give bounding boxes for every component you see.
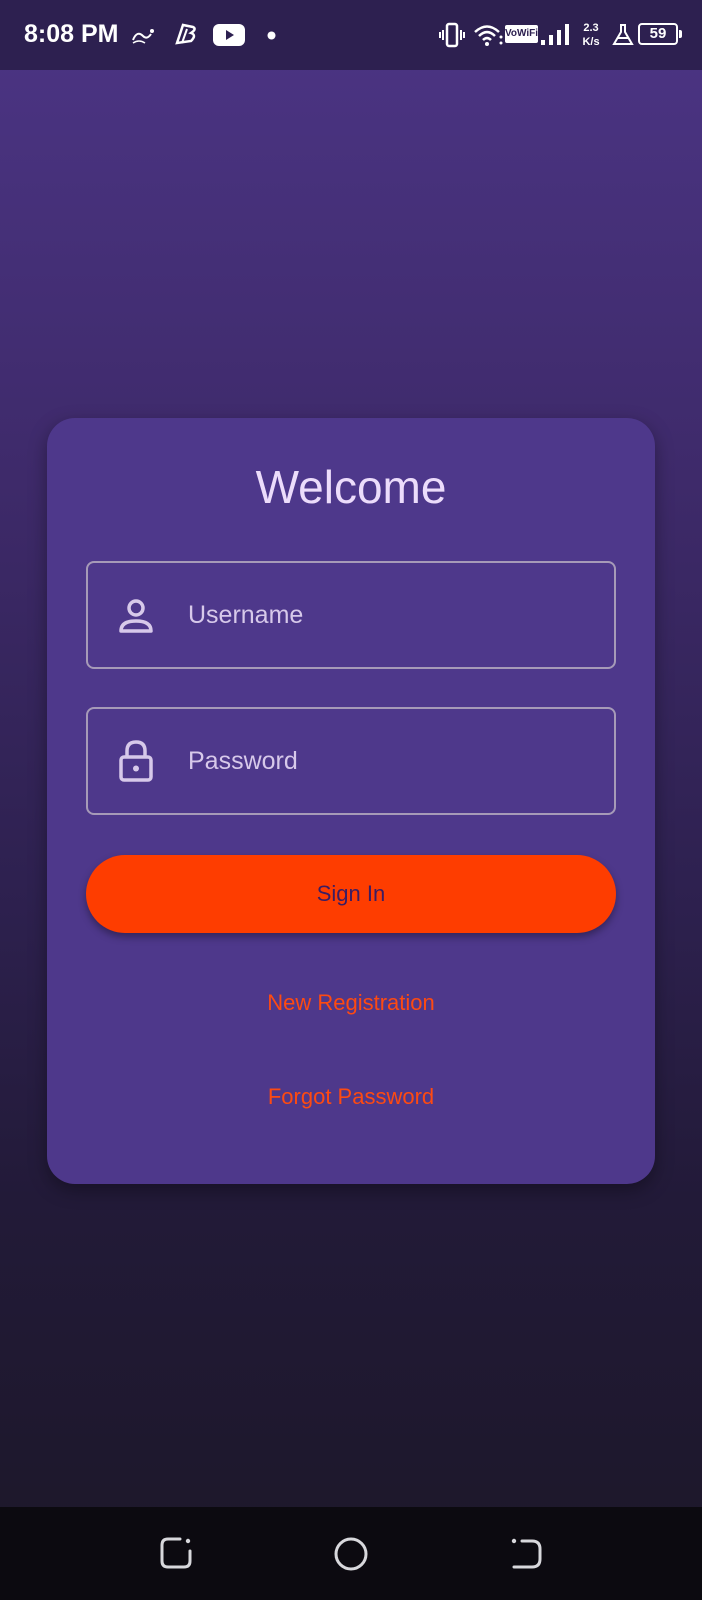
signal-icon <box>541 24 569 45</box>
flask-icon <box>612 24 634 45</box>
status-bar: 8:08 PM VoWiFi 2.3 K/s 59 <box>0 0 702 70</box>
network-speed-value: 2.3 <box>583 22 599 34</box>
network-speed-unit: K/s <box>582 36 600 48</box>
back-icon[interactable] <box>508 1535 544 1571</box>
bank-icon <box>175 23 196 45</box>
lock-icon <box>119 740 153 782</box>
forgot-password-link[interactable]: Forgot Password <box>0 1084 702 1110</box>
vowifi-badge: VoWiFi <box>505 25 538 43</box>
person-icon <box>119 599 153 633</box>
password-field[interactable]: Password <box>86 707 616 815</box>
dot-icon <box>267 31 276 40</box>
username-placeholder: Username <box>188 601 304 629</box>
username-field[interactable]: Username <box>86 561 616 669</box>
navigation-bar <box>0 1507 702 1600</box>
wifi-icon <box>474 25 503 46</box>
status-time: 8:08 PM <box>24 20 119 48</box>
password-placeholder: Password <box>188 747 298 775</box>
vibrate-icon <box>439 22 465 48</box>
home-icon[interactable] <box>332 1535 370 1573</box>
youtube-icon <box>213 24 245 46</box>
recents-icon[interactable] <box>158 1535 194 1571</box>
sign-in-button[interactable]: Sign In <box>86 855 616 933</box>
welcome-title: Welcome <box>255 461 447 513</box>
new-registration-link[interactable]: New Registration <box>0 990 702 1016</box>
carrier-icon <box>132 29 154 44</box>
battery-icon: 59 <box>638 23 682 45</box>
